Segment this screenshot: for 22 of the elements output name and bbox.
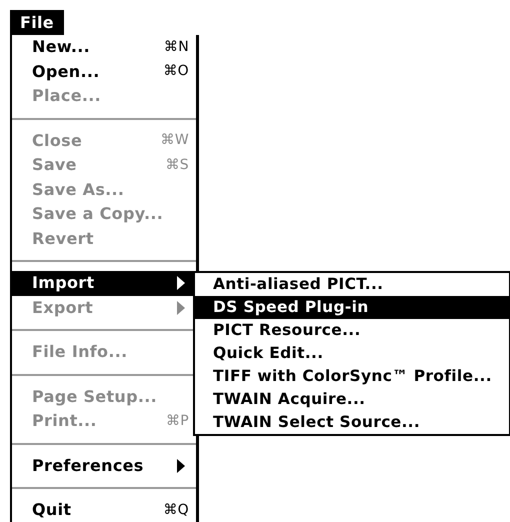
shortcut-label: ⌘S [166, 156, 189, 175]
submenu-arrow-icon [177, 276, 185, 290]
submenu-item[interactable]: TIFF with ColorSync™ Profile... [195, 365, 509, 388]
shortcut-label: ⌘N [164, 38, 189, 57]
submenu-arrow-icon [177, 458, 185, 473]
submenu-arrow-icon [177, 300, 185, 315]
submenu-item[interactable]: Anti-aliased PICT... [195, 273, 509, 296]
shortcut-label: ⌘O [163, 62, 189, 82]
menu-item[interactable]: Open... ⌘O [12, 60, 196, 84]
menu-item[interactable]: Import [12, 271, 196, 296]
menu-item[interactable]: New... ⌘N [12, 35, 196, 60]
menu-item[interactable]: Quit ⌘Q [12, 498, 196, 522]
submenu-item[interactable]: TWAIN Select Source... [195, 411, 509, 434]
submenu-item[interactable]: TWAIN Acquire... [195, 388, 509, 411]
menu-title[interactable]: File [10, 10, 64, 35]
submenu-item[interactable]: Quick Edit... [195, 342, 509, 365]
shortcut-label: ⌘Q [163, 500, 189, 520]
submenu-item[interactable]: DS Speed Plug-in [195, 296, 509, 319]
shortcut-label: ⌘W [160, 131, 189, 150]
menu-item[interactable]: Preferences [12, 454, 196, 478]
submenu-item[interactable]: PICT Resource... [195, 319, 509, 342]
shortcut-label: ⌘P [166, 412, 189, 431]
